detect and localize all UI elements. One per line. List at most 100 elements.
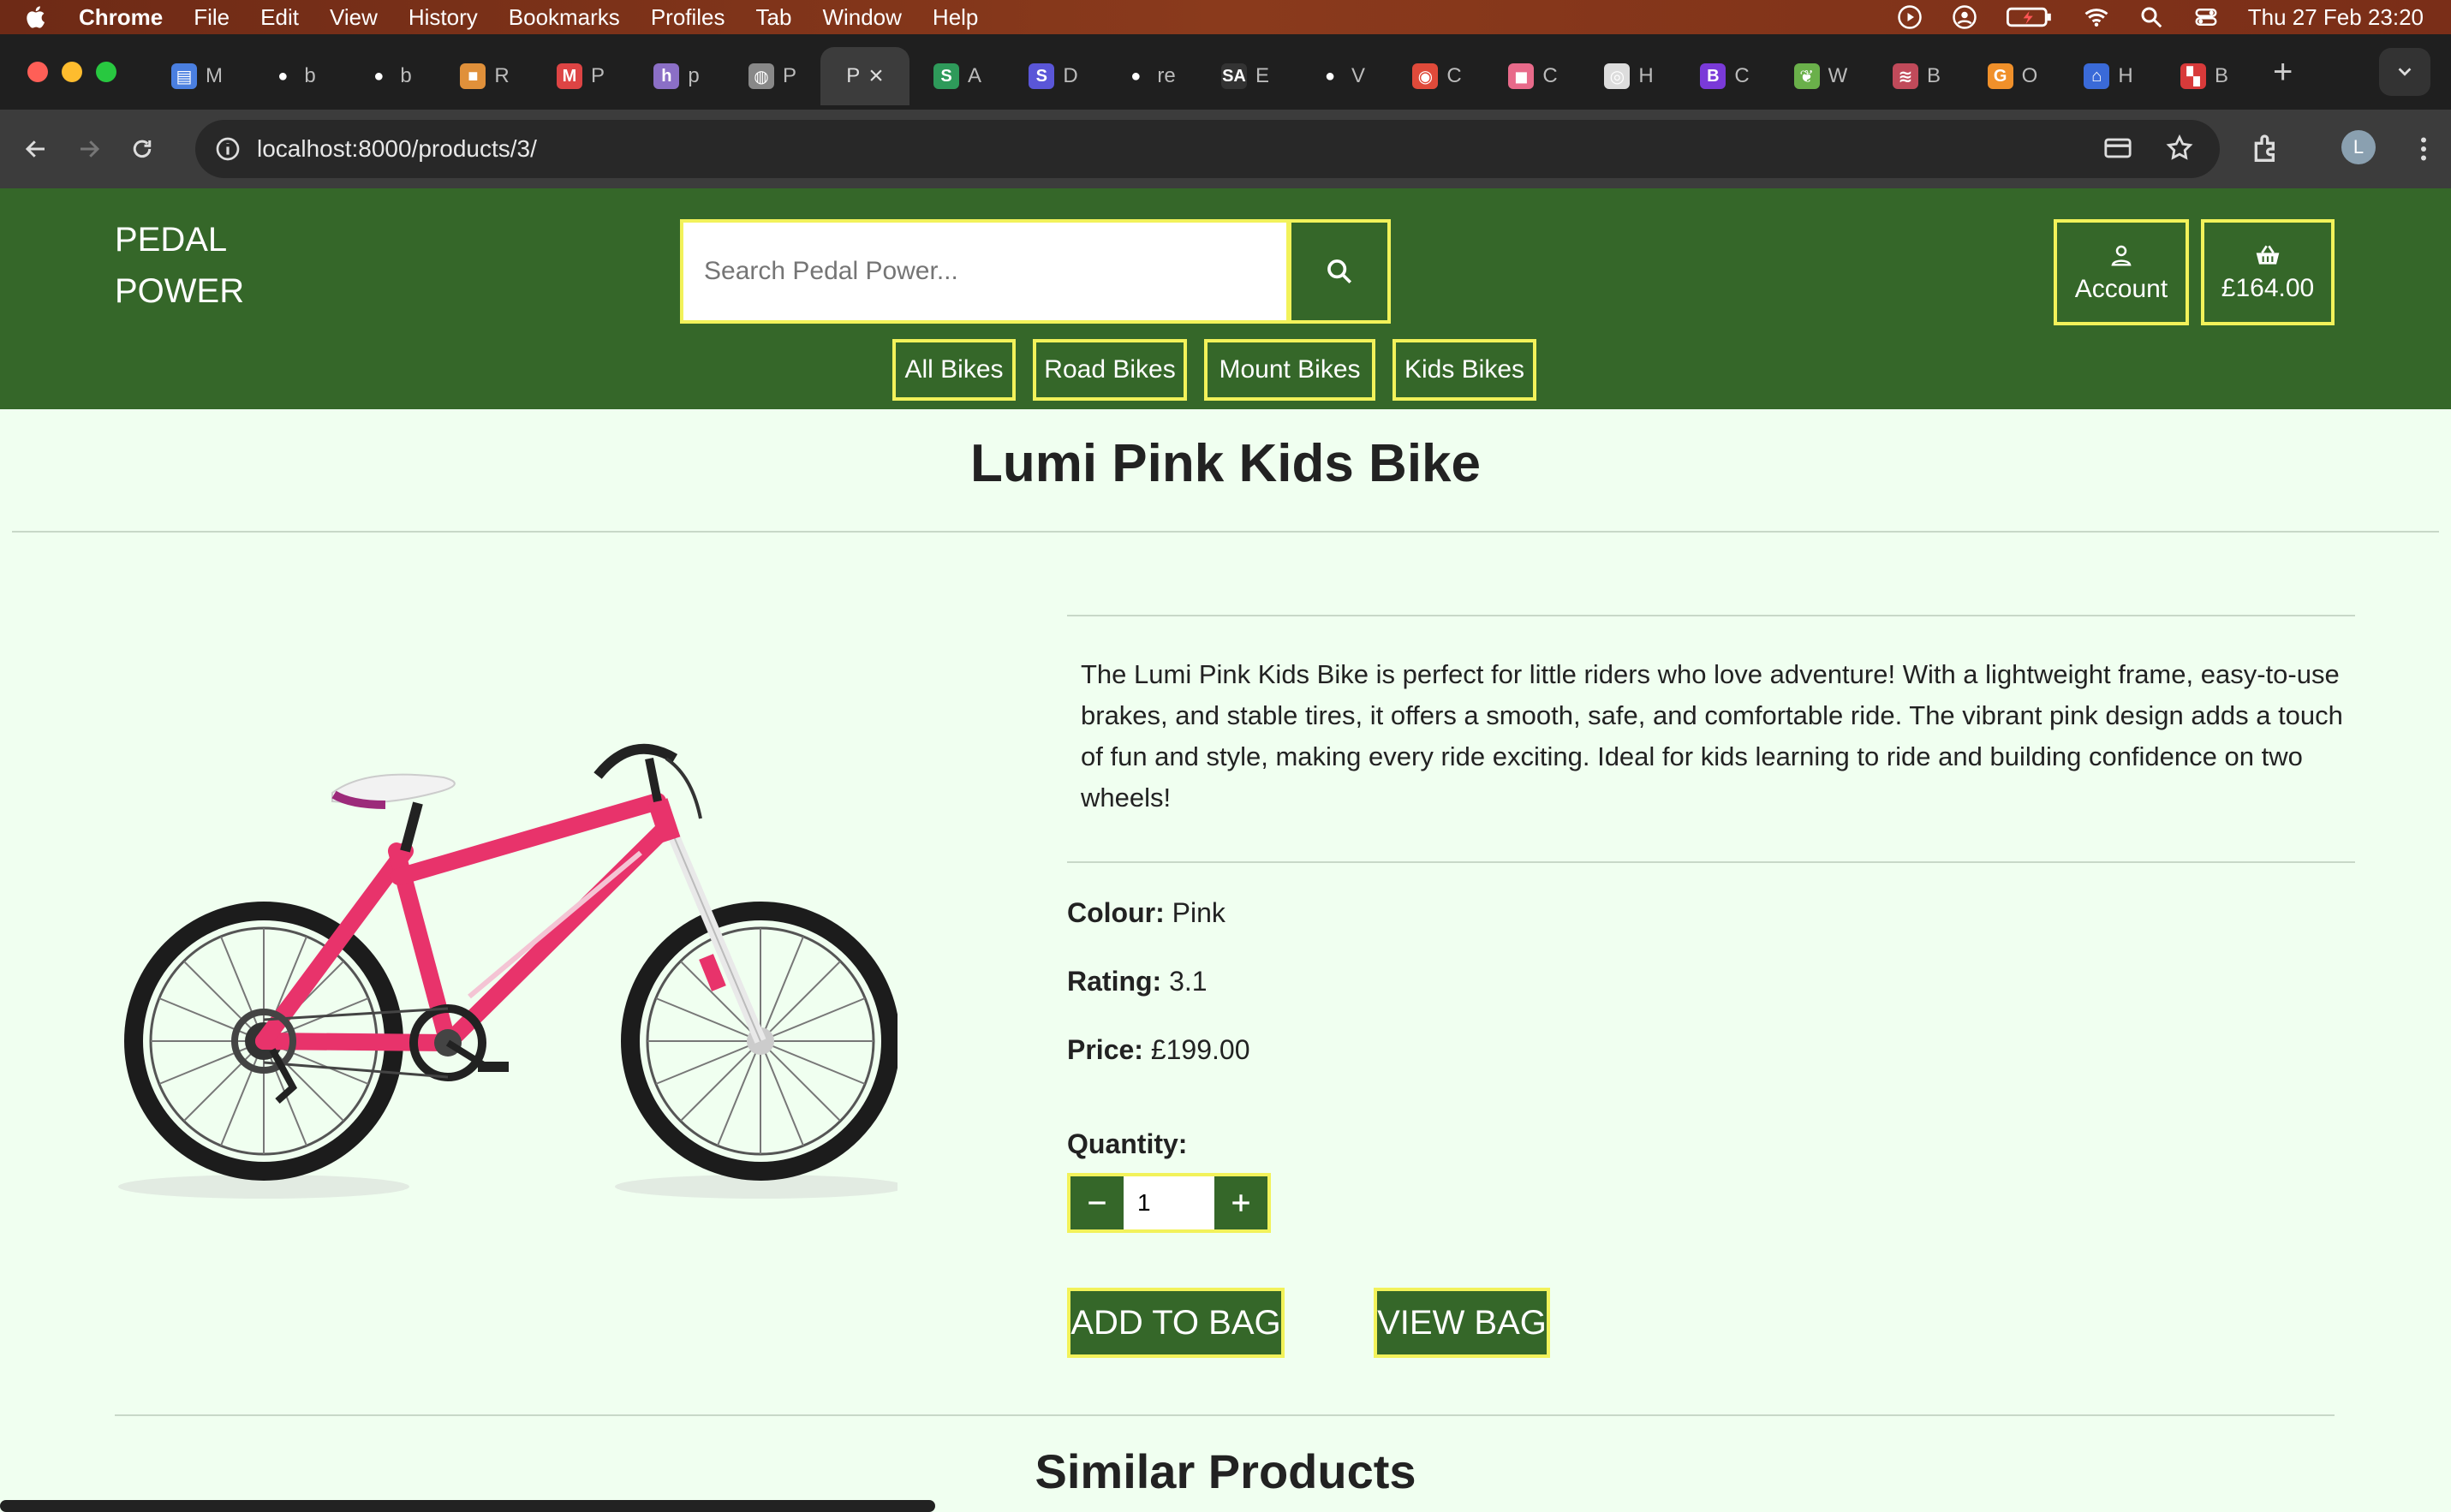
account-button[interactable]: Account (2054, 219, 2189, 325)
tab-search-button[interactable] (2379, 48, 2430, 96)
browser-tab[interactable]: SA E (1197, 47, 1293, 105)
product-price: Price: £199.00 (1067, 1034, 1250, 1066)
spotlight-search-icon[interactable] (2138, 4, 2164, 30)
user-icon (2111, 245, 2132, 266)
site-info-icon[interactable] (214, 135, 242, 163)
extensions-icon[interactable] (2249, 132, 2283, 166)
apple-icon[interactable] (24, 4, 50, 30)
tab-label: R (494, 64, 510, 87)
browser-tabstrip: ▤ M ● b ● b ■ R M Ph p ◍ P P × S A S D ● re SA E ● V ◉ C ◼ C ◎ H B C ❦ W ≋ B… (0, 34, 2451, 110)
title-divider (12, 531, 2439, 533)
tab-label: C (1734, 64, 1750, 87)
menu-window[interactable]: Window (822, 4, 901, 31)
browser-tab[interactable]: ● re (1101, 47, 1197, 105)
arrow-left-icon (25, 140, 45, 158)
wifi-icon[interactable] (2084, 4, 2109, 30)
quantity-input[interactable] (1124, 1176, 1214, 1229)
similar-divider (115, 1414, 2335, 1416)
browser-tab[interactable]: ❦ W (1773, 47, 1869, 105)
menu-profiles[interactable]: Profiles (651, 4, 725, 31)
browser-tab[interactable]: ▚ B (2156, 47, 2252, 105)
menu-app-name[interactable]: Chrome (79, 4, 163, 31)
zoom-window-button[interactable] (96, 62, 116, 82)
product-image (118, 743, 898, 1199)
close-tab-icon[interactable]: × (868, 62, 884, 91)
quantity-label: Quantity: (1067, 1128, 1188, 1159)
tab-favicon-icon: h (653, 63, 680, 89)
similar-products-heading: Similar Products (1035, 1444, 1416, 1498)
browser-tab[interactable]: ● b (341, 47, 437, 105)
browser-tab[interactable]: ◍ P (725, 47, 820, 105)
tab-favicon-icon: S (1029, 63, 1055, 89)
logo-line-1: PEDAL (115, 221, 228, 259)
menu-file[interactable]: File (194, 4, 230, 31)
menu-tab[interactable]: Tab (756, 4, 792, 31)
site-logo[interactable]: PEDAL POWER (115, 214, 244, 317)
menu-view[interactable]: View (330, 4, 378, 31)
forward-button[interactable] (72, 132, 106, 166)
tab-active[interactable]: P × (820, 47, 909, 105)
tab-label: V (1351, 64, 1365, 87)
card-icon[interactable] (2103, 134, 2132, 163)
nav-road-bikes[interactable]: Road Bikes (1033, 339, 1187, 401)
browser-tab[interactable]: ▤ M (149, 47, 245, 105)
menu-history[interactable]: History (408, 4, 478, 31)
tab-label: b (304, 64, 316, 87)
menu-edit[interactable]: Edit (260, 4, 299, 31)
price-value: £199.00 (1150, 1034, 1250, 1065)
browser-tab[interactable]: ◼ C (1485, 47, 1581, 105)
tab-label: re (1157, 64, 1176, 87)
tab-favicon-icon: ◍ (748, 63, 774, 89)
search-field[interactable] (680, 219, 1290, 324)
nav-kids-bikes[interactable]: Kids Bikes (1392, 339, 1536, 401)
increment-quantity-button[interactable] (1214, 1176, 1267, 1229)
shopping-bag-button[interactable]: £164.00 (2201, 219, 2335, 325)
browser-tab[interactable]: SA (909, 47, 1005, 105)
more-menu-icon[interactable] (2408, 132, 2439, 166)
browser-tab[interactable]: ● V (1293, 47, 1389, 105)
browser-tab[interactable]: MP (533, 47, 629, 105)
reload-button[interactable] (125, 132, 159, 166)
menubar-datetime[interactable]: Thu 27 Feb 23:20 (2248, 4, 2424, 31)
browser-tab[interactable]: ◎ H (1581, 47, 1677, 105)
bookmark-star-icon[interactable] (2165, 134, 2194, 163)
close-window-button[interactable] (27, 62, 48, 82)
new-tab-button[interactable]: + (2273, 53, 2293, 92)
add-to-bag-button[interactable]: ADD TO BAG (1067, 1288, 1285, 1358)
menu-bookmarks[interactable]: Bookmarks (509, 4, 620, 31)
browser-tab[interactable]: hp (629, 47, 725, 105)
play-icon[interactable] (1897, 4, 1923, 30)
browser-tab[interactable]: GO (1965, 47, 2060, 105)
search-input[interactable] (704, 257, 1235, 286)
product-rating: Rating: 3.1 (1067, 966, 1208, 997)
tab-favicon-icon: ■ (460, 63, 486, 89)
nav-all-bikes[interactable]: All Bikes (892, 339, 1016, 401)
browser-tab[interactable]: ■ R (437, 47, 533, 105)
url-text[interactable]: localhost:8000/products/3/ (257, 135, 537, 163)
profile-avatar[interactable]: L (2341, 130, 2376, 164)
horizontal-scrollbar[interactable] (0, 1500, 935, 1512)
decrement-quantity-button[interactable] (1070, 1176, 1124, 1229)
menu-help[interactable]: Help (933, 4, 978, 31)
minimize-window-button[interactable] (62, 62, 82, 82)
browser-tab[interactable]: SD (1005, 47, 1101, 105)
browser-tab[interactable]: ◉ C (1389, 47, 1485, 105)
address-bar[interactable]: localhost:8000/products/3/ (195, 120, 2220, 178)
nav-mount-bikes[interactable]: Mount Bikes (1204, 339, 1375, 401)
search-button[interactable] (1288, 219, 1391, 324)
view-bag-button[interactable]: VIEW BAG (1374, 1288, 1550, 1358)
battery-icon[interactable] (2006, 4, 2054, 30)
browser-tab[interactable]: BC (1677, 47, 1773, 105)
control-center-icon[interactable] (2193, 4, 2219, 30)
tab-label: C (1542, 64, 1558, 87)
user-status-icon[interactable] (1952, 4, 1977, 30)
browser-tab[interactable]: ● b (245, 47, 341, 105)
tab-favicon-icon: G (1987, 63, 2013, 89)
back-button[interactable] (19, 132, 53, 166)
browser-tab[interactable]: ⌂ H (2060, 47, 2156, 105)
tabs-container: ▤ M ● b ● b ■ R M Ph p ◍ P P × S A S D ● re SA E ● V ◉ C ◼ C ◎ H B C ❦ W ≋ B… (149, 39, 2252, 105)
browser-tab[interactable]: ≋ B (1869, 47, 1965, 105)
reload-icon (133, 140, 152, 158)
tab-label: C (1446, 64, 1462, 87)
colour-value: Pink (1172, 897, 1226, 928)
